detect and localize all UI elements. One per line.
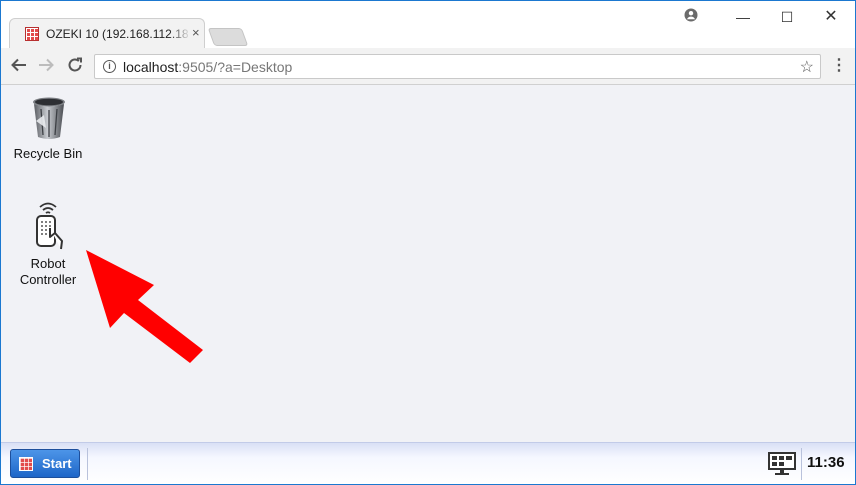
robot-controller-shortcut[interactable]: Robot Controller bbox=[8, 197, 88, 288]
taskbar-divider bbox=[801, 448, 802, 480]
trash-can-icon bbox=[33, 97, 65, 139]
browser-toolbar: i localhost:9505/?a=Desktop ☆ ⋮ bbox=[1, 48, 855, 85]
recycle-bin-shortcut[interactable]: Recycle Bin bbox=[8, 95, 88, 162]
ozeki-logo-icon bbox=[19, 457, 33, 471]
browser-window: OZEKI 10 (192.168.112.18 × — ☐ ✕ i local… bbox=[0, 0, 856, 485]
start-label: Start bbox=[42, 456, 72, 471]
site-info-icon[interactable]: i bbox=[103, 60, 116, 73]
taskbar-clock: 11:36 bbox=[807, 454, 845, 471]
browser-menu-icon[interactable]: ⋮ bbox=[831, 56, 847, 76]
forward-arrow-icon[interactable] bbox=[35, 56, 57, 76]
tab-close-icon[interactable]: × bbox=[192, 26, 200, 40]
title-bar: OZEKI 10 (192.168.112.18 × — ☐ ✕ bbox=[1, 1, 855, 48]
reload-icon[interactable] bbox=[64, 56, 86, 76]
recycle-bin-label: Recycle Bin bbox=[13, 146, 83, 161]
remote-control-icon bbox=[36, 202, 63, 250]
monitor-icon[interactable] bbox=[768, 452, 796, 481]
tab-title: OZEKI 10 (192.168.112.18 bbox=[46, 27, 189, 41]
desktop: Recycle Bin Robot Controller bbox=[1, 85, 855, 442]
minimize-button[interactable]: — bbox=[729, 7, 757, 27]
red-pointer-arrow bbox=[86, 250, 203, 363]
taskbar: Start 11:36 bbox=[1, 442, 855, 484]
close-window-button[interactable]: ✕ bbox=[817, 7, 845, 27]
ozeki-favicon-icon bbox=[25, 27, 39, 41]
bookmark-star-icon[interactable]: ☆ bbox=[800, 57, 814, 77]
url-text: localhost:9505/?a=Desktop bbox=[123, 59, 293, 75]
start-button[interactable]: Start bbox=[10, 449, 80, 478]
taskbar-divider bbox=[87, 448, 88, 480]
robot-controller-label: Robot Controller bbox=[19, 256, 77, 287]
profile-icon[interactable] bbox=[677, 7, 705, 27]
maximize-button[interactable]: ☐ bbox=[773, 7, 801, 27]
back-arrow-icon[interactable] bbox=[8, 56, 30, 76]
browser-tab[interactable]: OZEKI 10 (192.168.112.18 × bbox=[9, 18, 205, 48]
address-bar[interactable]: i localhost:9505/?a=Desktop ☆ bbox=[94, 54, 821, 79]
new-tab-button[interactable] bbox=[207, 28, 249, 46]
